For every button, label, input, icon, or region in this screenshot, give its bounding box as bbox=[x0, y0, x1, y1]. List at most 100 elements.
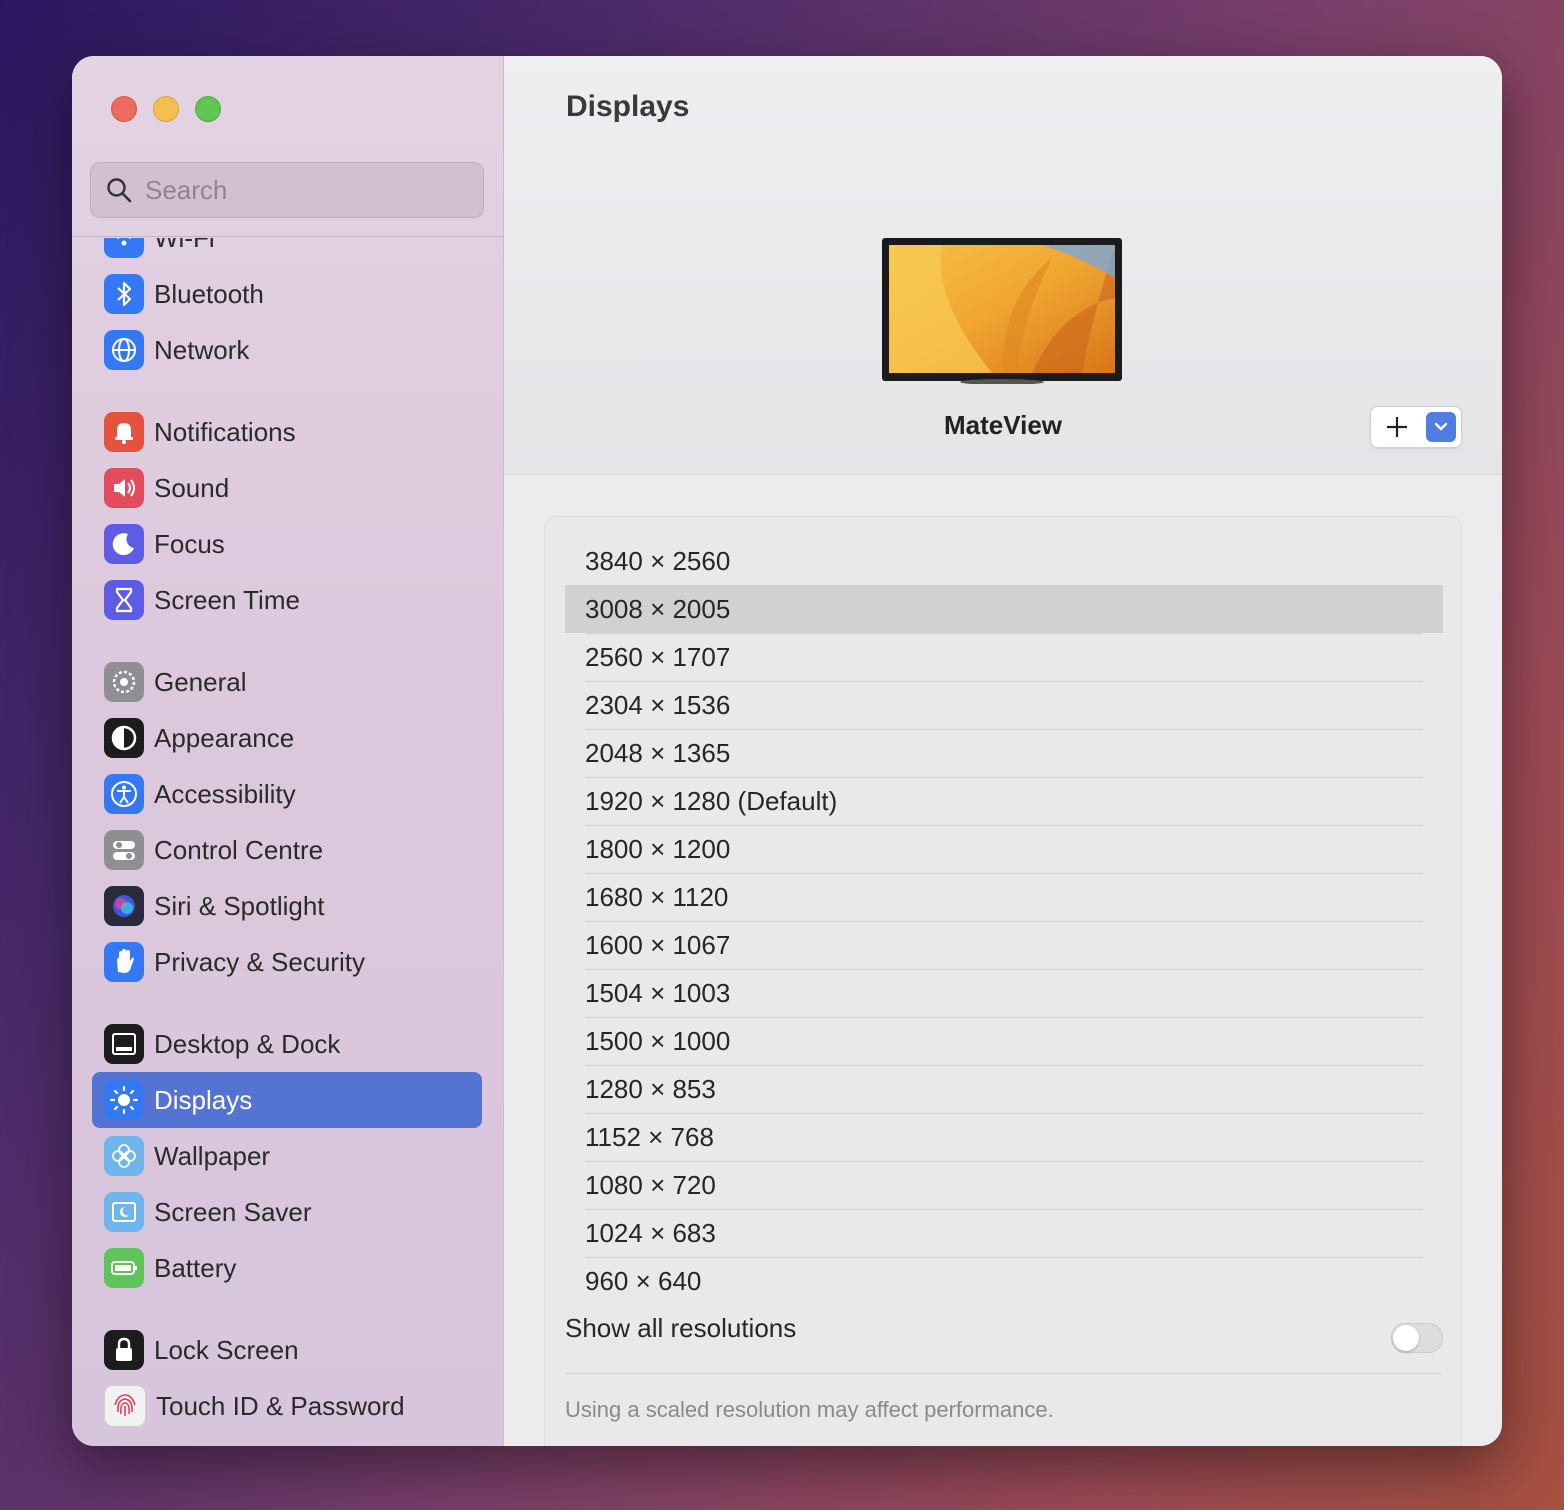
traffic-lights bbox=[111, 96, 221, 122]
sidebar-item-displays[interactable]: Displays bbox=[92, 1072, 482, 1128]
resolution-option[interactable]: 1080 × 720 bbox=[565, 1161, 1443, 1209]
sidebar-item-touch-id-password[interactable]: Touch ID & Password bbox=[92, 1378, 482, 1434]
plus-icon bbox=[1387, 417, 1407, 437]
performance-note: Using a scaled resolution may affect per… bbox=[565, 1397, 1054, 1422]
resolution-option[interactable]: 3008 × 2005 bbox=[565, 585, 1443, 633]
resolution-panel: Show all resolutions Using a scaled reso… bbox=[544, 516, 1462, 1446]
resolution-label: 1500 × 1000 bbox=[585, 1025, 731, 1056]
moon-icon bbox=[104, 524, 144, 564]
sidebar-item-label: Bluetooth bbox=[154, 278, 264, 309]
resolution-label: 3008 × 2005 bbox=[585, 593, 731, 624]
chevron-down-icon bbox=[1434, 422, 1448, 431]
sidebar-item-label: Privacy & Security bbox=[154, 946, 365, 977]
globe-icon bbox=[104, 330, 144, 370]
sidebar-item-appearance[interactable]: Appearance bbox=[92, 710, 482, 766]
sidebar-item-label: Control Centre bbox=[154, 834, 324, 865]
monitor-icon[interactable] bbox=[882, 238, 1122, 384]
sidebar-item-desktop-dock[interactable]: Desktop & Dock bbox=[92, 1016, 482, 1072]
minimize-button[interactable] bbox=[153, 96, 179, 122]
sidebar-item-privacy-security[interactable]: Privacy & Security bbox=[92, 934, 482, 990]
resolution-label: 2560 × 1707 bbox=[585, 641, 731, 672]
resolution-label: 1152 × 768 bbox=[585, 1121, 714, 1152]
zoom-button[interactable] bbox=[195, 96, 221, 122]
sidebar-item-focus[interactable]: Focus bbox=[92, 516, 482, 572]
sidebar-item-lock-screen[interactable]: Lock Screen bbox=[92, 1322, 482, 1378]
sidebar-item-label: Network bbox=[154, 334, 250, 365]
gear-icon bbox=[104, 662, 144, 702]
resolution-option[interactable]: 1280 × 853 bbox=[565, 1065, 1443, 1113]
add-display-dropdown[interactable] bbox=[1426, 412, 1456, 442]
sidebar-item-label: Screen Saver bbox=[154, 1196, 312, 1227]
sidebar-item-accessibility[interactable]: Accessibility bbox=[92, 766, 482, 822]
sidebar-item-label: Siri & Spotlight bbox=[154, 890, 325, 921]
bluetooth-icon bbox=[104, 274, 144, 314]
toggle-knob bbox=[1393, 1325, 1419, 1351]
resolution-option[interactable]: 3840 × 2560 bbox=[565, 537, 1443, 585]
resolution-label: 1920 × 1280 (Default) bbox=[585, 785, 838, 816]
screensaver-icon bbox=[104, 1192, 144, 1232]
resolution-label: 1080 × 720 bbox=[585, 1169, 716, 1200]
siri-icon bbox=[104, 886, 144, 926]
resolution-label: 1600 × 1067 bbox=[585, 929, 731, 960]
resolution-option[interactable]: 1504 × 1003 bbox=[565, 969, 1443, 1017]
sidebar-item-siri-spotlight[interactable]: Siri & Spotlight bbox=[92, 878, 482, 934]
sidebar-item-label: Touch ID & Password bbox=[156, 1390, 405, 1421]
sidebar-item-sound[interactable]: Sound bbox=[92, 460, 482, 516]
sidebar-nav: Wi-Fi Bluetooth Network Notifications Sound F… bbox=[92, 238, 482, 1446]
resolution-option[interactable]: 1500 × 1000 bbox=[565, 1017, 1443, 1065]
resolution-label: 2048 × 1365 bbox=[585, 737, 731, 768]
resolution-option[interactable]: 960 × 640 bbox=[565, 1257, 1443, 1305]
search-icon bbox=[107, 178, 132, 203]
sidebar-item-label: Screen Time bbox=[154, 584, 300, 615]
sidebar-item-label: Battery bbox=[154, 1252, 237, 1283]
sidebar-item-control-centre[interactable]: Control Centre bbox=[92, 822, 482, 878]
resolution-option[interactable]: 2048 × 1365 bbox=[565, 729, 1443, 777]
battery-icon bbox=[104, 1248, 144, 1288]
sidebar-item-label: Wi-Fi bbox=[154, 238, 215, 254]
search-box[interactable] bbox=[90, 162, 484, 218]
sidebar-item-label: Displays bbox=[154, 1084, 253, 1115]
resolution-label: 1024 × 683 bbox=[585, 1217, 716, 1248]
bell-icon bbox=[104, 412, 144, 452]
sidebar-item-label: Lock Screen bbox=[154, 1334, 299, 1365]
brightness-icon bbox=[104, 1080, 144, 1120]
search-input[interactable] bbox=[143, 173, 467, 207]
resolution-option[interactable]: 1024 × 683 bbox=[565, 1209, 1443, 1257]
main-pane: Displays MateView Show all resolutions U… bbox=[504, 56, 1502, 1446]
lock-icon bbox=[104, 1330, 144, 1370]
resolution-option[interactable]: 2560 × 1707 bbox=[565, 633, 1443, 681]
sidebar-divider bbox=[72, 236, 503, 237]
add-display-button[interactable] bbox=[1371, 407, 1423, 447]
resolution-option[interactable]: 1800 × 1200 bbox=[565, 825, 1443, 873]
close-button[interactable] bbox=[111, 96, 137, 122]
sidebar-item-wi-fi[interactable]: Wi-Fi bbox=[92, 238, 482, 266]
resolution-label: 1680 × 1120 bbox=[585, 881, 729, 912]
sidebar-item-bluetooth[interactable]: Bluetooth bbox=[92, 266, 482, 322]
sidebar-item-network[interactable]: Network bbox=[92, 322, 482, 378]
hand-icon bbox=[104, 942, 144, 982]
sidebar-item-wallpaper[interactable]: Wallpaper bbox=[92, 1128, 482, 1184]
resolution-option[interactable]: 1920 × 1280 (Default) bbox=[565, 777, 1443, 825]
flower-icon bbox=[104, 1136, 144, 1176]
show-all-resolutions-label: Show all resolutions bbox=[565, 1313, 797, 1343]
resolution-option[interactable]: 1152 × 768 bbox=[565, 1113, 1443, 1161]
sidebar-item-general[interactable]: General bbox=[92, 654, 482, 710]
page-title: Displays bbox=[566, 90, 690, 123]
appearance-icon bbox=[104, 718, 144, 758]
resolution-option[interactable]: 1680 × 1120 bbox=[565, 873, 1443, 921]
settings-window: Wi-Fi Bluetooth Network Notifications Sound F… bbox=[72, 56, 1502, 1446]
sidebar-item-label: Appearance bbox=[154, 722, 295, 753]
sidebar-item-label: Accessibility bbox=[154, 778, 296, 809]
sidebar-item-label: Focus bbox=[154, 528, 225, 559]
resolution-label: 960 × 640 bbox=[585, 1265, 702, 1296]
resolution-option[interactable]: 2304 × 1536 bbox=[565, 681, 1443, 729]
speaker-icon bbox=[104, 468, 144, 508]
sidebar-item-label: Wallpaper bbox=[154, 1140, 271, 1171]
sidebar-item-screen-saver[interactable]: Screen Saver bbox=[92, 1184, 482, 1240]
show-all-resolutions-toggle[interactable] bbox=[1391, 1323, 1443, 1353]
sidebar-item-notifications[interactable]: Notifications bbox=[92, 404, 482, 460]
resolution-option[interactable]: 1600 × 1067 bbox=[565, 921, 1443, 969]
sidebar-item-screen-time[interactable]: Screen Time bbox=[92, 572, 482, 628]
resolution-label: 3840 × 2560 bbox=[585, 545, 731, 576]
sidebar-item-battery[interactable]: Battery bbox=[92, 1240, 482, 1296]
